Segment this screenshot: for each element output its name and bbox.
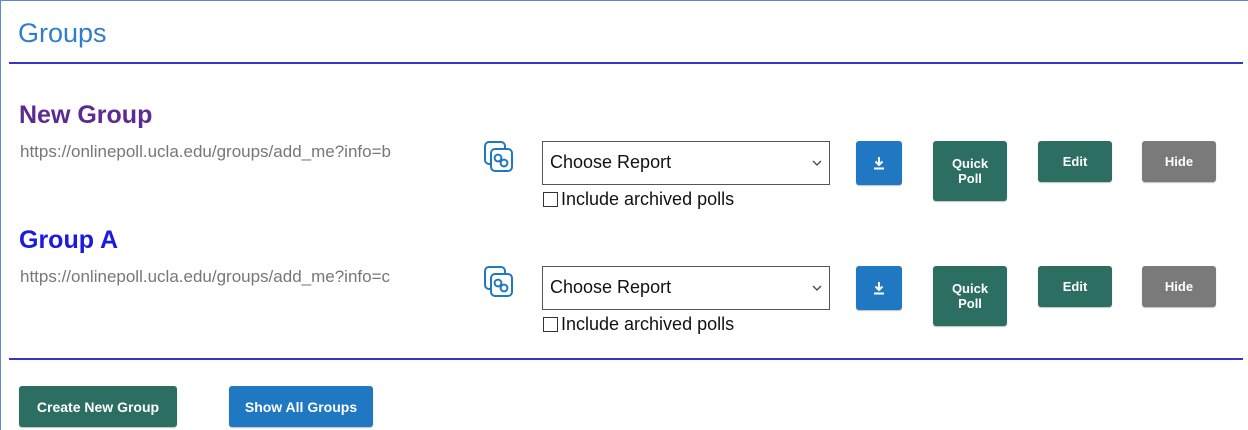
edit-label: Edit xyxy=(1062,279,1088,294)
quick-poll-label-line2: Poll xyxy=(958,171,982,186)
edit-group-button[interactable]: Edit xyxy=(1038,141,1112,182)
archived-option: Include archived polls xyxy=(543,189,734,209)
quick-poll-label-line2: Poll xyxy=(958,296,982,311)
include-archived-label: Include archived polls xyxy=(561,313,735,334)
copy-link-icon[interactable] xyxy=(484,141,514,173)
download-report-button[interactable] xyxy=(856,266,902,310)
quick-poll-button[interactable]: Quick Poll xyxy=(933,141,1007,201)
report-select[interactable]: Choose Report xyxy=(542,266,830,310)
edit-label: Edit xyxy=(1062,154,1088,169)
archived-option: Include archived polls xyxy=(543,314,734,334)
group-url: https://onlinepoll.ucla.edu/groups/add_m… xyxy=(20,142,391,161)
edit-group-button[interactable]: Edit xyxy=(1038,266,1112,307)
create-new-group-label: Create New Group xyxy=(36,398,160,415)
bottom-divider xyxy=(9,358,1243,360)
include-archived-label: Include archived polls xyxy=(561,188,735,209)
report-select-value: Choose Report xyxy=(550,277,672,297)
report-select[interactable]: Choose Report xyxy=(542,141,830,185)
group-url: https://onlinepoll.ucla.edu/groups/add_m… xyxy=(20,267,391,286)
quick-poll-label-line1: Quick xyxy=(951,281,989,296)
copy-link-icon[interactable] xyxy=(484,266,514,298)
groups-panel: Groups New Group https://onlinepoll.ucla… xyxy=(0,0,1248,430)
show-all-groups-label: Show All Groups xyxy=(244,398,358,415)
download-report-button[interactable] xyxy=(856,141,902,185)
include-archived-checkbox[interactable] xyxy=(543,191,558,207)
chevron-down-icon xyxy=(812,285,822,291)
hide-label: Hide xyxy=(1164,154,1194,169)
group-name: Group A xyxy=(19,226,119,254)
page-title: Groups xyxy=(18,18,107,48)
include-archived-checkbox[interactable] xyxy=(543,316,558,332)
download-icon xyxy=(874,157,884,170)
top-divider xyxy=(9,62,1243,64)
quick-poll-label-line1: Quick xyxy=(951,156,989,171)
hide-group-button[interactable]: Hide xyxy=(1142,266,1216,307)
show-all-groups-button[interactable]: Show All Groups xyxy=(229,386,373,427)
hide-label: Hide xyxy=(1164,279,1194,294)
group-name: New Group xyxy=(19,101,153,129)
chevron-down-icon xyxy=(812,160,822,166)
create-new-group-button[interactable]: Create New Group xyxy=(19,386,177,427)
download-icon xyxy=(874,282,884,295)
hide-group-button[interactable]: Hide xyxy=(1142,141,1216,182)
quick-poll-button[interactable]: Quick Poll xyxy=(933,266,1007,326)
report-select-value: Choose Report xyxy=(550,152,672,172)
